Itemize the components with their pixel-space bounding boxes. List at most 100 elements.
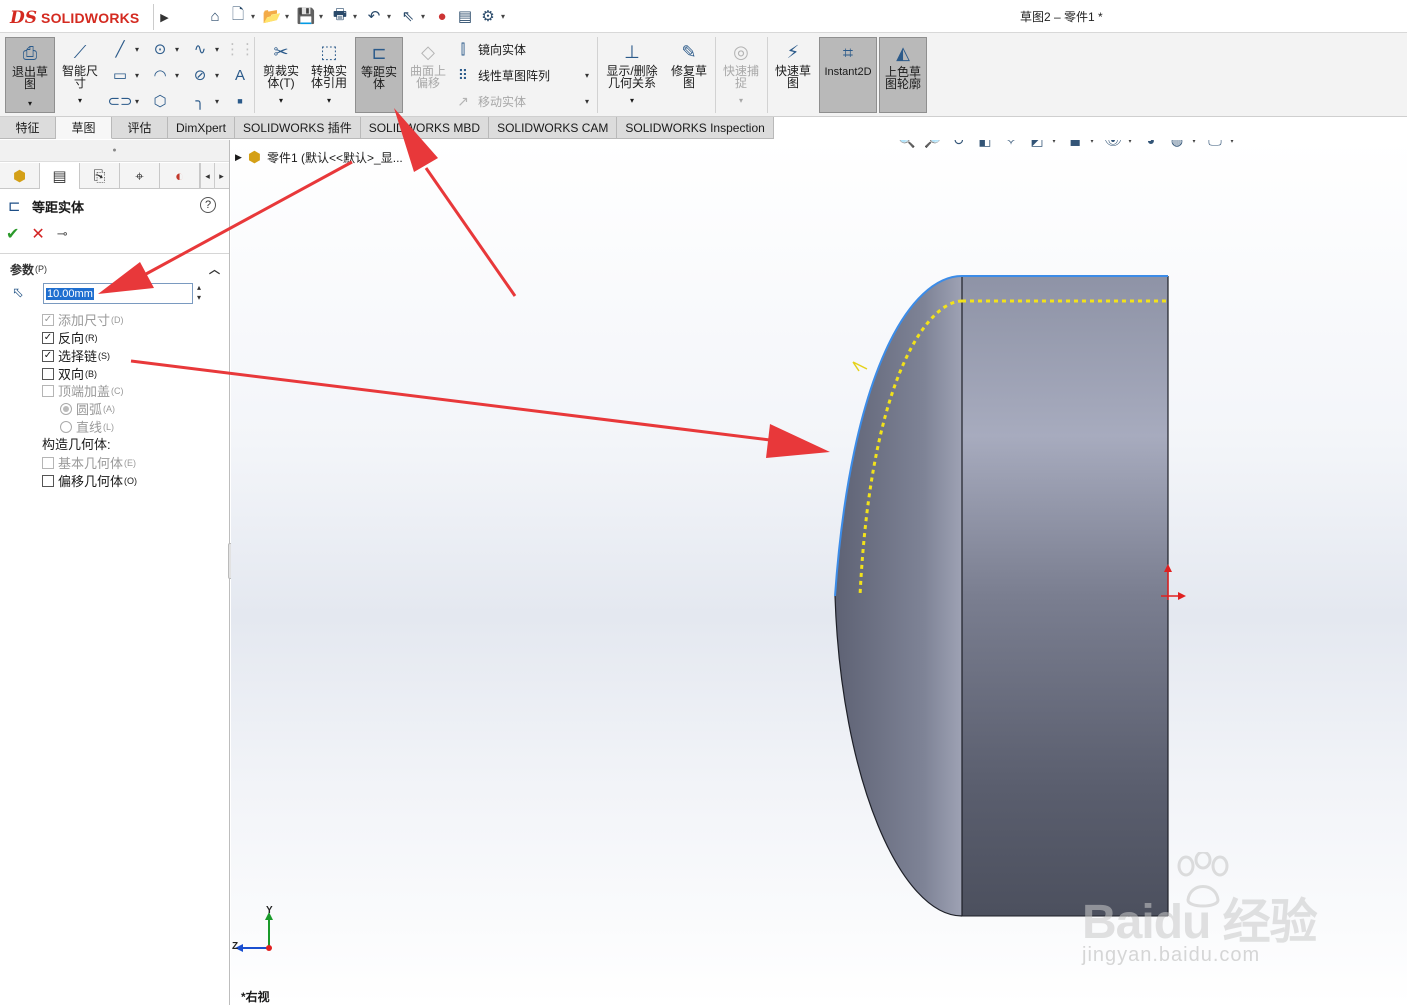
view-orientation-dropdown-icon[interactable]: ▾ [1052, 140, 1060, 145]
feature-tree-flyout[interactable]: ▶ ⬢ 零件1 (默认<<默认>_显... [235, 148, 403, 166]
arc-dropdown-icon[interactable]: ▾ [175, 71, 179, 80]
view-orientation-icon[interactable]: ◩ [1026, 140, 1048, 151]
relations-dropdown-icon[interactable]: ▾ [630, 95, 634, 107]
arcs-radio[interactable]: 圆弧 (A) [60, 399, 115, 418]
move-dropdown-icon[interactable]: ▾ [585, 97, 589, 106]
repair-sketch-button[interactable]: ✎ 修复草 图 [667, 37, 711, 113]
hide-show-items-icon[interactable]: 👁 [1102, 140, 1124, 151]
parameters-group-header[interactable]: 参数 (P) ︿ [10, 261, 222, 277]
spline-dropdown-icon[interactable]: ▾ [215, 45, 219, 54]
linear-pattern-button[interactable]: ⠿ 线性草图阵列 [454, 67, 550, 84]
cap-ends-checkbox[interactable]: 顶端加盖 (C) [42, 381, 124, 400]
select-dropdown-icon[interactable]: ▾ [421, 12, 429, 21]
rectangle-dropdown-icon[interactable]: ▾ [135, 71, 139, 80]
edit-appearance-icon[interactable]: ◕ [1140, 140, 1162, 151]
tab-scroll-right-icon[interactable]: ▸ [214, 163, 228, 189]
feature-manager-tab-icon[interactable]: ⬢ [0, 163, 40, 189]
section-view-icon[interactable]: ◧ [974, 140, 996, 151]
tab-dimxpert[interactable]: DimXpert [168, 117, 236, 139]
fillet-tool-icon[interactable]: ╮ [189, 91, 211, 111]
select-icon[interactable]: ⇖ [398, 6, 418, 26]
file-properties-icon[interactable]: ▤ [455, 6, 475, 26]
open-icon[interactable]: 📂 [262, 6, 282, 26]
options-dropdown-icon[interactable]: ▾ [501, 12, 509, 21]
print-dropdown-icon[interactable]: ▾ [353, 12, 361, 21]
help-icon[interactable]: ? [200, 197, 216, 213]
new-document-icon[interactable]: 🗋 [228, 6, 248, 26]
offset-distance-input[interactable]: 10.00mm [43, 283, 193, 304]
text-tool-icon[interactable]: A [229, 65, 251, 85]
collapse-chevron-icon[interactable]: ︿ [209, 261, 220, 277]
cancel-button[interactable]: ✕ [31, 224, 44, 244]
arc-tool-icon[interactable]: ◠ [149, 65, 171, 85]
slot-dropdown-icon[interactable]: ▾ [135, 97, 139, 106]
exit-sketch-button[interactable]: ⎙ 退出草 图 ▾ [5, 37, 55, 113]
line-tool-icon[interactable]: ╱ [109, 39, 131, 59]
polygon-tool-icon[interactable]: ⊘ [189, 65, 211, 85]
quick-snaps-button[interactable]: ◎ 快速捕 捉 ▾ [719, 37, 763, 113]
display-style-icon[interactable]: ◼ [1064, 140, 1086, 151]
spline-tool-icon[interactable]: ∿ [189, 39, 211, 59]
tab-solidworks-inspection[interactable]: SOLIDWORKS Inspection [617, 117, 774, 139]
convert-dropdown-icon[interactable]: ▾ [327, 95, 331, 107]
quick-snaps-dropdown-icon[interactable]: ▾ [739, 95, 743, 107]
undo-dropdown-icon[interactable]: ▾ [387, 12, 395, 21]
save-dropdown-icon[interactable]: ▾ [319, 12, 327, 21]
save-icon[interactable]: 💾 [296, 6, 316, 26]
reverse-checkbox[interactable]: ✓ 反向 (R) [42, 328, 98, 347]
open-dropdown-icon[interactable]: ▾ [285, 12, 293, 21]
trim-entities-button[interactable]: ✂ 剪裁实 体(T) ▾ [259, 37, 303, 113]
display-delete-relations-button[interactable]: ⊥ 显示/删除 几何关系 ▾ [601, 37, 663, 113]
expand-arrow-icon[interactable]: ▶ [235, 152, 242, 163]
linear-pattern-dropdown-icon[interactable]: ▾ [585, 71, 589, 80]
home-icon[interactable]: ⌂ [205, 6, 225, 26]
display-manager-tab-icon[interactable]: ◐ [160, 163, 200, 189]
tab-scroll-left-icon[interactable]: ◂ [200, 163, 214, 189]
distance-spinner[interactable]: ▴ ▾ [197, 283, 207, 304]
previous-view-icon[interactable]: ↺ [948, 140, 970, 151]
circle-dropdown-icon[interactable]: ▾ [175, 45, 179, 54]
smart-dimension-button[interactable]: ⟋ 智能尺 寸 ▾ [58, 37, 102, 113]
tab-evaluate[interactable]: 评估 [112, 117, 168, 139]
tab-solidworks-addins[interactable]: SOLIDWORKS 插件 [235, 117, 361, 139]
polygon-hex-tool-icon[interactable]: ⬡ [149, 91, 171, 111]
polygon-dropdown-icon[interactable]: ▾ [215, 71, 219, 80]
rapid-sketch-button[interactable]: ⚡ 快速草 图 [771, 37, 815, 113]
dimxpert-manager-tab-icon[interactable]: ⌖ [120, 163, 160, 189]
view-settings-icon[interactable]: 🖵 [1204, 140, 1226, 151]
slot-tool-icon[interactable]: ⊂⊃ [107, 91, 132, 111]
convert-entities-button[interactable]: ⬚ 转换实 体引用 ▾ [307, 37, 351, 113]
add-dimensions-checkbox[interactable]: ✓ 添加尺寸 (D) [42, 310, 124, 329]
trim-dropdown-icon[interactable]: ▾ [279, 95, 283, 107]
apply-scene-dropdown-icon[interactable]: ▾ [1192, 140, 1200, 145]
shaded-sketch-contours-button[interactable]: ◭ 上色草 图轮廓 [879, 37, 927, 113]
solidworks-logo[interactable]: DS SOLIDWORKS [10, 6, 152, 30]
tab-solidworks-cam[interactable]: SOLIDWORKS CAM [489, 117, 618, 139]
offset-geometry-checkbox[interactable]: 偏移几何体 (O) [42, 471, 137, 490]
zoom-to-fit-icon[interactable]: 🔍 [896, 140, 918, 151]
print-icon[interactable]: 🖶 [330, 6, 350, 26]
select-chain-checkbox[interactable]: ✓ 选择链 (S) [42, 346, 110, 365]
panel-grip-handle[interactable]: ● [0, 140, 229, 162]
smart-dimension-dropdown-icon[interactable]: ▾ [78, 95, 82, 107]
traffic-light-icon[interactable]: ● [432, 6, 452, 26]
move-entities-button[interactable]: ↗ 移动实体 [454, 93, 526, 110]
tab-solidworks-mbd[interactable]: SOLIDWORKS MBD [360, 117, 490, 139]
new-dropdown-icon[interactable]: ▾ [251, 12, 259, 21]
configuration-manager-tab-icon[interactable]: ⎘ [80, 163, 120, 189]
exit-sketch-dropdown-icon[interactable]: ▾ [28, 98, 32, 110]
offset-entities-button[interactable]: ⊏ 等距实 体 [355, 37, 403, 113]
offset-on-surface-button[interactable]: ◇ 曲面上 偏移 [406, 37, 450, 113]
dynamic-annotation-icon[interactable]: ✧ [1000, 140, 1022, 151]
zoom-to-area-icon[interactable]: 🔎 [922, 140, 944, 151]
hide-show-dropdown-icon[interactable]: ▾ [1128, 140, 1136, 145]
ok-button[interactable]: ✔ [6, 224, 19, 244]
pin-icon[interactable]: ⊸ [57, 226, 68, 242]
line-dropdown-icon[interactable]: ▾ [135, 45, 139, 54]
apply-scene-icon[interactable]: ◍ [1166, 140, 1188, 151]
circle-tool-icon[interactable]: ⊙ [149, 39, 171, 59]
view-settings-dropdown-icon[interactable]: ▾ [1230, 140, 1238, 145]
menu-expand-arrow-icon[interactable]: ▶ [153, 4, 175, 30]
base-geometry-checkbox[interactable]: 基本几何体 (E) [42, 453, 136, 472]
point-tool-icon[interactable]: ■ [229, 91, 251, 111]
